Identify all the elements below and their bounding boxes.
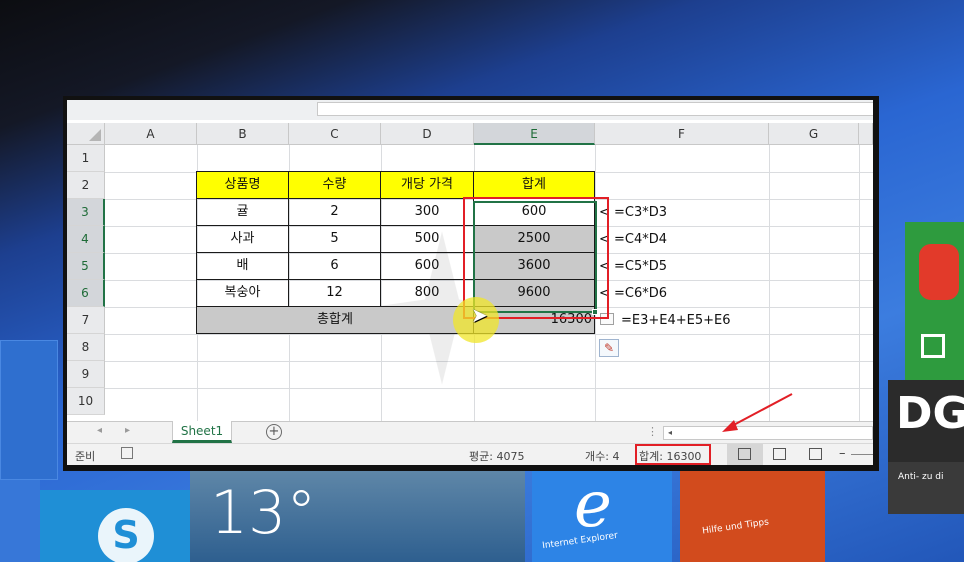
column-header-b[interactable]: B bbox=[197, 123, 289, 145]
skype-icon: S bbox=[98, 508, 154, 562]
annotation-sum-box bbox=[635, 444, 711, 465]
row-header-9[interactable]: 9 bbox=[67, 361, 105, 388]
tab-splitter-icon[interactable]: ⋮ bbox=[647, 425, 658, 438]
weather-temperature: 13° bbox=[210, 478, 317, 548]
page-break-view-icon[interactable] bbox=[809, 448, 822, 460]
column-header-e[interactable]: E bbox=[474, 123, 595, 145]
column-header-c[interactable]: C bbox=[289, 123, 381, 145]
start-tile-left-bottom[interactable] bbox=[0, 480, 40, 562]
cell-qty[interactable]: 6 bbox=[288, 252, 381, 280]
cell-name[interactable]: 복숭아 bbox=[196, 279, 289, 307]
dg-tile[interactable]: DG bbox=[888, 380, 964, 470]
trophy-tile-text: Anti- zu di bbox=[898, 472, 944, 482]
zoom-slider[interactable] bbox=[851, 454, 873, 455]
normal-view-button[interactable] bbox=[727, 444, 763, 465]
row-header-8[interactable]: 8 bbox=[67, 334, 105, 361]
formula-bar bbox=[67, 100, 873, 120]
formula-note: < =C6*D6 bbox=[599, 286, 668, 301]
column-header-a[interactable]: A bbox=[105, 123, 197, 145]
page-layout-view-icon[interactable] bbox=[773, 448, 786, 460]
internet-explorer-tile[interactable]: e Internet Explorer bbox=[532, 468, 672, 562]
cell-price[interactable]: 600 bbox=[380, 252, 474, 280]
header-cell-qty[interactable]: 수량 bbox=[288, 171, 381, 199]
status-average: 평균: 4075 bbox=[469, 450, 525, 463]
zoom-out-icon[interactable]: – bbox=[839, 446, 846, 461]
status-count: 개수: 4 bbox=[585, 450, 620, 463]
macro-record-icon[interactable] bbox=[121, 447, 133, 459]
gridline bbox=[859, 145, 860, 423]
row-header-2[interactable]: 2 bbox=[67, 172, 105, 199]
row-header-3[interactable]: 3 bbox=[67, 199, 105, 226]
formula-note: < =C3*D3 bbox=[599, 205, 668, 220]
sheet-nav-next-icon[interactable]: ▸ bbox=[125, 425, 130, 436]
header-cell-name[interactable]: 상품명 bbox=[196, 171, 289, 199]
formula-note: < =C4*D4 bbox=[599, 232, 668, 247]
column-header-g[interactable]: G bbox=[769, 123, 859, 145]
row-header-7[interactable]: 7 bbox=[67, 307, 105, 334]
help-tips-tile[interactable]: Hilfe und Tipps bbox=[680, 470, 825, 562]
help-tips-label: Hilfe und Tipps bbox=[701, 517, 770, 537]
cell-qty[interactable]: 5 bbox=[288, 225, 381, 253]
start-tile-left[interactable] bbox=[0, 340, 58, 480]
row-header-1[interactable]: 1 bbox=[67, 145, 105, 172]
cell-qty[interactable]: 12 bbox=[288, 279, 381, 307]
column-header-d[interactable]: D bbox=[381, 123, 474, 145]
cell-name[interactable]: 사과 bbox=[196, 225, 289, 253]
store-icon bbox=[921, 334, 945, 358]
skype-tile[interactable]: S bbox=[40, 490, 190, 562]
select-all-button[interactable] bbox=[67, 123, 105, 145]
header-cell-price[interactable]: 개당 가격 bbox=[380, 171, 474, 199]
scroll-left-icon[interactable]: ◂ bbox=[664, 427, 676, 439]
game-tile[interactable] bbox=[905, 222, 964, 382]
status-bar: 준비 평균: 4075 개수: 4 합계: 16300 – bbox=[67, 443, 873, 465]
row-header-5[interactable]: 5 bbox=[67, 253, 105, 280]
header-cell-total[interactable]: 합계 bbox=[473, 171, 595, 199]
cell-name[interactable]: 귤 bbox=[196, 198, 289, 226]
cell-qty[interactable]: 2 bbox=[288, 198, 381, 226]
row-header-4[interactable]: 4 bbox=[67, 226, 105, 253]
sheet-tab-sheet1[interactable]: Sheet1 bbox=[172, 421, 232, 443]
grand-total-formula-note: =E3+E4+E5+E6 bbox=[621, 313, 731, 328]
trophy-tile[interactable]: Anti- zu di bbox=[888, 462, 964, 514]
row-header-10[interactable]: 10 bbox=[67, 388, 105, 415]
internet-explorer-icon: e bbox=[574, 468, 612, 542]
mouse-cursor-icon: ➤ bbox=[471, 303, 488, 327]
quick-analysis-icon[interactable]: ✎ bbox=[599, 339, 619, 357]
add-sheet-icon[interactable]: + bbox=[266, 424, 282, 440]
row-header-6[interactable]: 6 bbox=[67, 280, 105, 307]
grand-total-label[interactable]: 총합계 bbox=[196, 306, 474, 334]
cell-price[interactable]: 300 bbox=[380, 198, 474, 226]
worksheet-grid[interactable]: A B C D E F G 1 2 3 4 5 6 7 8 9 10 상품명 수… bbox=[67, 123, 873, 423]
normal-view-icon bbox=[738, 448, 751, 460]
gridline bbox=[769, 145, 770, 423]
game-character-icon bbox=[919, 244, 959, 300]
cell-name[interactable]: 배 bbox=[196, 252, 289, 280]
annotation-arrow-icon bbox=[722, 393, 793, 432]
formula-input[interactable] bbox=[317, 102, 873, 116]
dg-tile-text: DG bbox=[896, 388, 964, 439]
column-header-f[interactable]: F bbox=[595, 123, 769, 145]
sheet-nav-prev-icon[interactable]: ◂ bbox=[97, 425, 102, 436]
formula-note: < =C5*D5 bbox=[599, 259, 668, 274]
status-ready: 준비 bbox=[75, 450, 96, 463]
cell-price[interactable]: 500 bbox=[380, 225, 474, 253]
column-header-h[interactable] bbox=[859, 123, 873, 145]
weather-tile[interactable]: 13° bbox=[190, 470, 525, 562]
